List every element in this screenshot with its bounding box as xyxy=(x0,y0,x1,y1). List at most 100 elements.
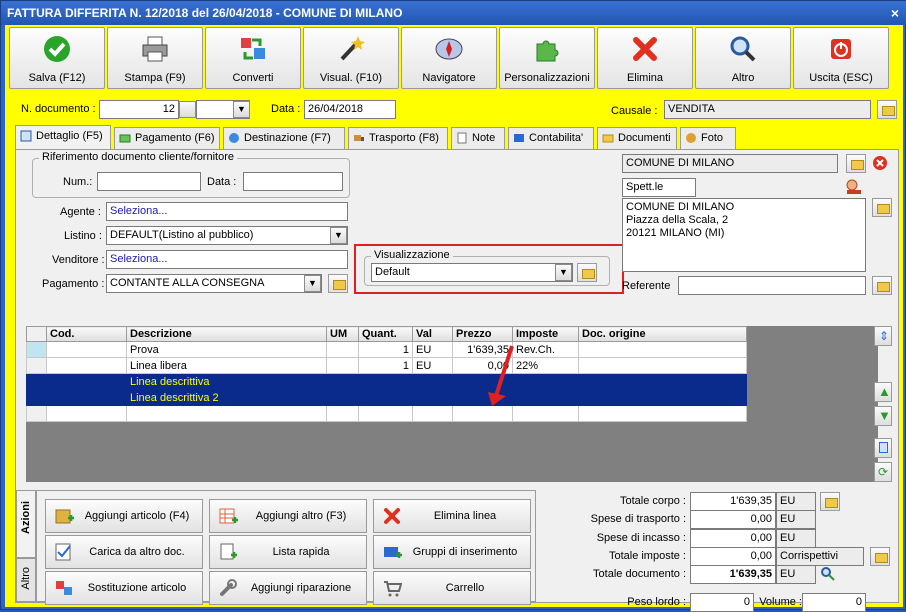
side-tab-azioni[interactable]: Azioni xyxy=(16,490,36,558)
agente-field[interactable]: Seleziona... xyxy=(106,202,348,221)
add-repair-button[interactable]: Aggiungi riparazione xyxy=(209,571,367,605)
chevron-down-icon[interactable]: ▼ xyxy=(233,101,250,118)
replace-article-button[interactable]: Sostituzione articolo xyxy=(45,571,203,605)
contact-search-icon[interactable] xyxy=(844,178,864,196)
customer-folder-icon[interactable] xyxy=(846,154,866,173)
cell-desc[interactable]: Linea descrittiva xyxy=(126,373,327,390)
referente-field[interactable] xyxy=(678,276,866,295)
cell-val[interactable] xyxy=(412,389,453,406)
totale-corpo-field[interactable]: 1'639,35 xyxy=(690,492,776,511)
spett-field[interactable]: Spett.le xyxy=(622,178,696,197)
cell-empty[interactable] xyxy=(46,405,127,422)
col-price[interactable]: Prezzo xyxy=(452,326,513,342)
move-up-down-icon[interactable]: ⇕ xyxy=(874,326,892,346)
delete-line-button[interactable]: Elimina linea xyxy=(373,499,531,533)
spese-trasporto-field[interactable]: 0,00 xyxy=(690,510,776,529)
insert-groups-button[interactable]: Gruppi di inserimento xyxy=(373,535,531,569)
col-tax[interactable]: Imposte xyxy=(512,326,579,342)
cell-orig[interactable] xyxy=(578,389,747,406)
row-header[interactable] xyxy=(26,389,47,406)
cell-cod[interactable] xyxy=(46,373,127,390)
date-field[interactable]: 26/04/2018 xyxy=(304,100,396,119)
other-button[interactable]: Altro xyxy=(695,27,791,89)
col-desc[interactable]: Descrizione xyxy=(126,326,327,342)
totale-imposte-field[interactable]: 0,00 xyxy=(690,547,776,566)
totale-documento-field[interactable]: 1'639,35 xyxy=(690,565,776,584)
customize-button[interactable]: Personalizzazioni xyxy=(499,27,595,89)
address-folder-icon[interactable] xyxy=(872,198,892,217)
imposte-folder-icon[interactable] xyxy=(870,547,890,566)
visual-button[interactable]: Visual. (F10) xyxy=(303,27,399,89)
tab-documenti[interactable]: Documenti xyxy=(597,127,677,149)
cell-qty[interactable] xyxy=(358,389,413,406)
col-cod[interactable]: Cod. xyxy=(46,326,127,342)
tab-pagamento[interactable]: Pagamento (F6) xyxy=(114,127,220,149)
listino-select[interactable]: DEFAULT(Listino al pubblico) xyxy=(106,226,348,245)
cell-tax[interactable] xyxy=(512,389,579,406)
tab-destinazione[interactable]: Destinazione (F7) xyxy=(223,127,345,149)
quick-list-button[interactable]: Lista rapida xyxy=(209,535,367,569)
table-row[interactable] xyxy=(26,405,747,422)
cell-desc[interactable]: Linea descrittiva 2 xyxy=(126,389,327,406)
cell-val[interactable]: EU xyxy=(412,357,453,374)
arrow-down-icon[interactable]: ▼ xyxy=(874,406,892,426)
cell-cod[interactable] xyxy=(46,357,127,374)
load-doc-button[interactable]: Carica da altro doc. xyxy=(45,535,203,569)
zoom-icon[interactable] xyxy=(820,566,836,582)
chevron-down-icon[interactable]: ▼ xyxy=(304,275,321,292)
cell-um[interactable] xyxy=(326,389,359,406)
rif-num-field[interactable] xyxy=(97,172,201,191)
delete-button[interactable]: Elimina xyxy=(597,27,693,89)
cell-um[interactable] xyxy=(326,341,359,358)
cell-empty[interactable] xyxy=(512,405,579,422)
cell-orig[interactable] xyxy=(578,341,747,358)
exit-button[interactable]: Uscita (ESC) xyxy=(793,27,889,89)
chevron-down-icon[interactable]: ▼ xyxy=(330,227,347,244)
row-header[interactable] xyxy=(26,405,47,422)
chevron-down-icon[interactable]: ▼ xyxy=(555,264,572,281)
arrow-up-icon[interactable]: ▲ xyxy=(874,382,892,402)
causale-field[interactable]: VENDITA xyxy=(664,100,871,119)
cell-tax[interactable]: 22% xyxy=(512,357,579,374)
customer-name[interactable]: COMUNE DI MILANO xyxy=(622,154,838,173)
navigator-button[interactable]: Navigatore xyxy=(401,27,497,89)
causale-folder-icon[interactable] xyxy=(877,100,897,119)
tab-dettaglio[interactable]: Dettaglio (F5) xyxy=(15,125,111,149)
col-val[interactable]: Val xyxy=(412,326,453,342)
copy-icon[interactable] xyxy=(874,438,892,458)
table-row[interactable]: Linea descrittiva xyxy=(26,373,747,390)
side-tab-altro[interactable]: Altro xyxy=(16,558,36,602)
tab-foto[interactable]: Foto xyxy=(680,127,736,149)
volume-field[interactable]: 0 xyxy=(802,593,866,612)
cell-orig[interactable] xyxy=(578,373,747,390)
visual-select[interactable]: Default xyxy=(371,263,573,282)
cell-qty[interactable] xyxy=(358,373,413,390)
col-orig[interactable]: Doc. origine xyxy=(578,326,747,342)
ndoc-field[interactable]: 12 xyxy=(99,100,179,119)
tab-contabilita[interactable]: Contabilita' xyxy=(508,127,594,149)
cell-empty[interactable] xyxy=(326,405,359,422)
refresh-icon[interactable]: ⟳ xyxy=(874,462,892,482)
close-icon[interactable]: × xyxy=(891,1,899,25)
cart-button[interactable]: Carrello xyxy=(373,571,531,605)
cell-um[interactable] xyxy=(326,357,359,374)
peso-field[interactable]: 0 xyxy=(690,593,754,612)
cell-empty[interactable] xyxy=(412,405,453,422)
ndoc-spin-button[interactable] xyxy=(179,101,196,118)
table-row[interactable]: Linea libera 1 EU 0,00 22% xyxy=(26,357,747,374)
totale-corpo-folder-icon[interactable] xyxy=(820,492,840,511)
cell-cod[interactable] xyxy=(46,341,127,358)
cell-desc[interactable]: Prova xyxy=(126,341,327,358)
cell-um[interactable] xyxy=(326,373,359,390)
cell-val[interactable]: EU xyxy=(412,341,453,358)
pagamento-folder-icon[interactable] xyxy=(328,274,348,293)
spese-incasso-field[interactable]: 0,00 xyxy=(690,529,776,548)
print-button[interactable]: Stampa (F9) xyxy=(107,27,203,89)
cell-qty[interactable]: 1 xyxy=(358,341,413,358)
row-header[interactable] xyxy=(26,373,47,390)
table-row[interactable]: Prova 1 EU 1'639,35 Rev.Ch. xyxy=(26,341,747,358)
convert-button[interactable]: Converti xyxy=(205,27,301,89)
clear-customer-icon[interactable] xyxy=(872,155,888,171)
col-qty[interactable]: Quant. xyxy=(358,326,413,342)
cell-empty[interactable] xyxy=(358,405,413,422)
